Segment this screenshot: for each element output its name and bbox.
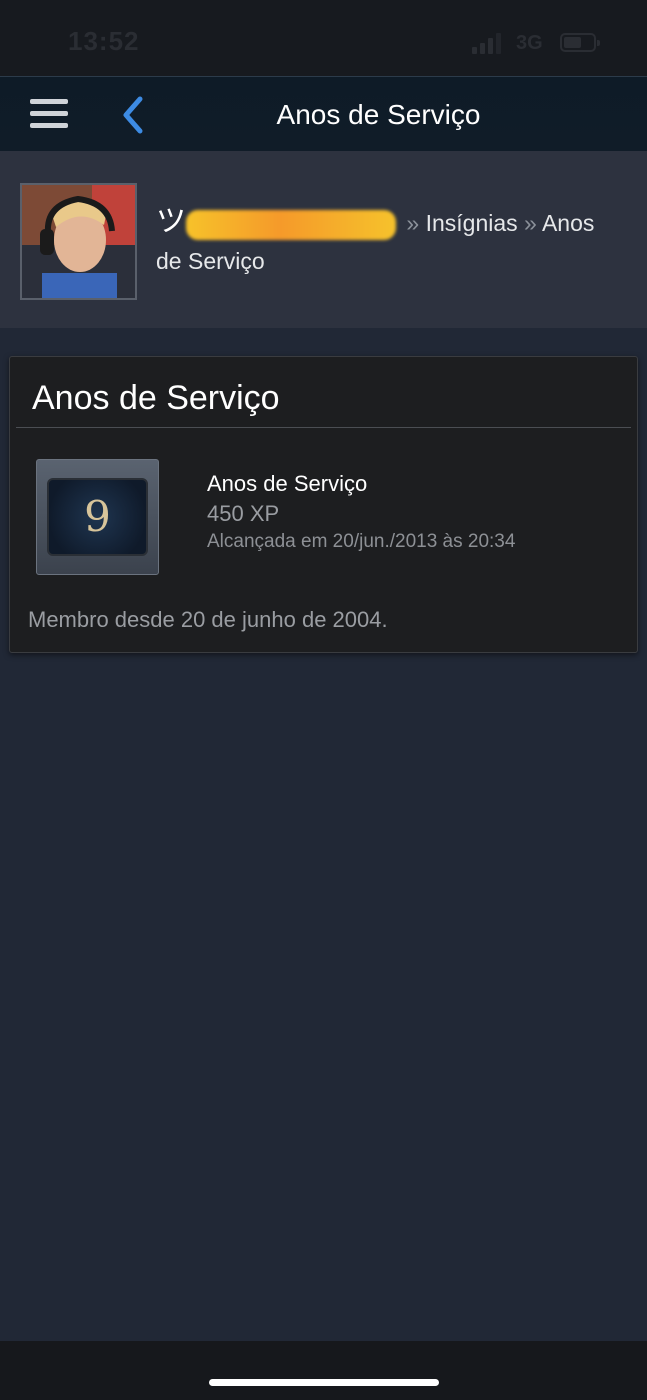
back-chevron-icon[interactable] (118, 95, 148, 135)
breadcrumb-separator: » (524, 210, 537, 236)
card-title: Anos de Serviço (32, 379, 280, 417)
redacted-username (186, 209, 396, 240)
member-since: Membro desde 20 de junho de 2004. (28, 607, 388, 632)
profile-header: ツ » Insígnias » Anos de Serviço (0, 151, 647, 328)
breadcrumb: ツ » Insígnias » Anos de Serviço (156, 203, 626, 280)
bottom-bar (0, 1341, 647, 1400)
battery-icon (560, 33, 600, 52)
nav-header: Anos de Serviço (0, 76, 647, 151)
status-time: 13:52 (68, 26, 140, 56)
status-bar: 13:52 3G (0, 0, 647, 76)
hamburger-menu-icon[interactable] (30, 99, 68, 129)
breadcrumb-separator: » (406, 210, 420, 236)
badge-name: Anos de Serviço (207, 471, 368, 496)
network-label: 3G (516, 32, 543, 54)
badge-xp: 450 XP (207, 501, 280, 526)
home-indicator[interactable] (209, 1379, 439, 1386)
avatar[interactable] (20, 183, 137, 300)
nav-title: Anos de Serviço (276, 99, 481, 130)
badge-unlock-date: Alcançada em 20/jun./2013 às 20:34 (207, 531, 516, 552)
badge-card: Anos de Serviço 9 Anos de Serviço 450 XP… (9, 356, 638, 653)
divider (16, 427, 631, 428)
battery-fill (564, 37, 581, 48)
signal-icon (472, 32, 506, 54)
badge-level-number: 9 (84, 492, 111, 541)
badge-screen: 9 (47, 478, 148, 556)
username-link[interactable]: ツ (156, 205, 186, 238)
breadcrumb-badges-link[interactable]: Insígnias (426, 210, 518, 236)
badge-image: 9 (36, 459, 159, 575)
